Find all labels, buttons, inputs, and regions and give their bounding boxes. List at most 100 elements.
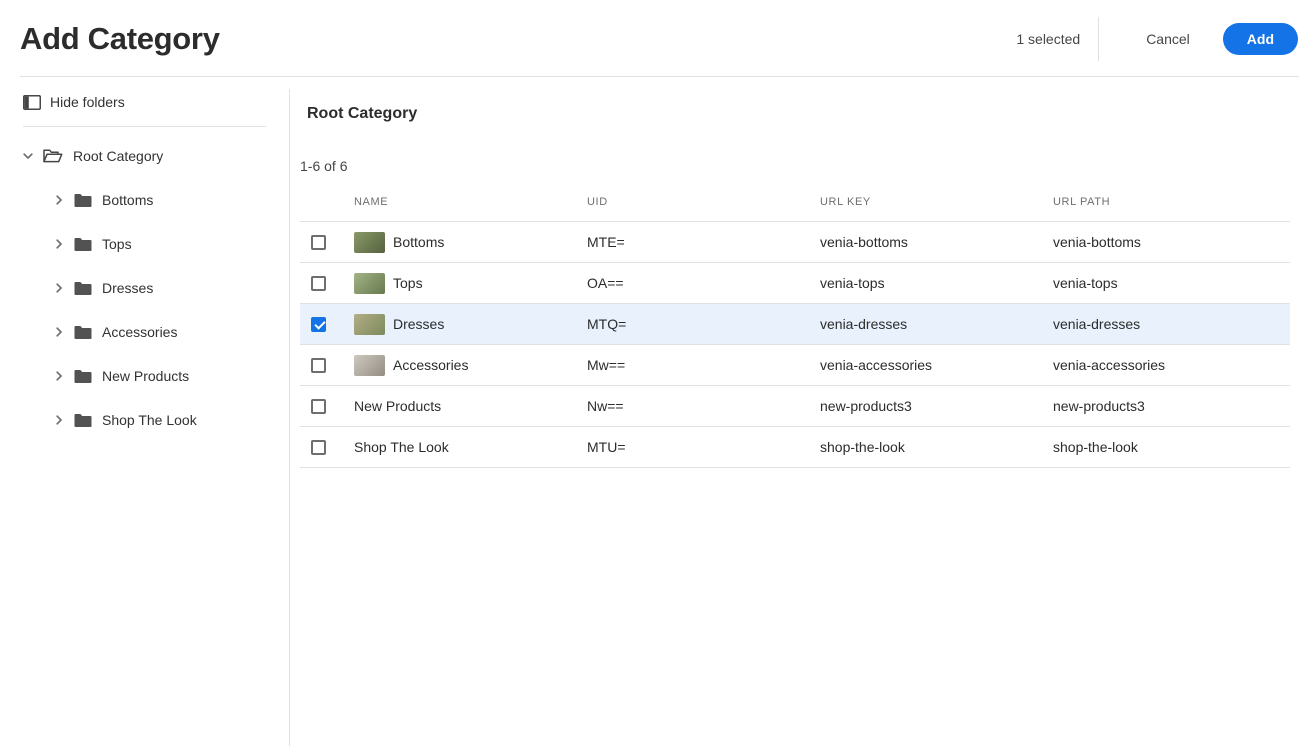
category-thumbnail [354, 355, 385, 376]
category-url-path: venia-bottoms [1053, 234, 1290, 250]
table-row[interactable]: New Products Nw== new-products3 new-prod… [300, 386, 1290, 427]
tree-item-bottoms[interactable]: Bottoms [54, 178, 289, 222]
category-url-key: venia-tops [820, 275, 1053, 291]
row-checkbox[interactable] [311, 399, 326, 414]
name-cell: Shop The Look [354, 439, 587, 455]
category-url-path: venia-dresses [1053, 316, 1290, 332]
chevron-right-icon[interactable] [54, 283, 64, 293]
checkbox-cell [300, 276, 354, 291]
table-row[interactable]: Shop The Look MTU= shop-the-look shop-th… [300, 427, 1290, 468]
category-uid: MTE= [587, 234, 820, 250]
category-thumbnail [354, 232, 385, 253]
table-row[interactable]: Bottoms MTE= venia-bottoms venia-bottoms [300, 222, 1290, 263]
category-url-path: venia-tops [1053, 275, 1290, 291]
category-url-key: new-products3 [820, 398, 1053, 414]
content-heading: Root Category [307, 105, 1290, 123]
tree-item-shop-the-look[interactable]: Shop The Look [54, 398, 289, 442]
category-url-path: shop-the-look [1053, 439, 1290, 455]
open-folder-icon [43, 148, 63, 164]
tree-item-label: Shop The Look [102, 412, 197, 428]
folder-tree: Root Category Bottoms Tops [23, 134, 289, 442]
folder-icon [74, 237, 92, 252]
category-url-path: new-products3 [1053, 398, 1290, 414]
folder-sidebar: Hide folders Root Category [0, 77, 289, 746]
category-url-key: venia-dresses [820, 316, 1053, 332]
header-divider [1098, 17, 1099, 61]
tree-item-label: Tops [102, 236, 132, 252]
column-header-checkbox [300, 196, 354, 208]
chevron-right-icon[interactable] [54, 239, 64, 249]
chevron-right-icon[interactable] [54, 327, 64, 337]
checkbox-cell [300, 440, 354, 455]
table-row[interactable]: Tops OA== venia-tops venia-tops [300, 263, 1290, 304]
name-cell: New Products [354, 398, 587, 414]
row-checkbox[interactable] [311, 235, 326, 250]
category-url-key: venia-accessories [820, 357, 1053, 373]
tree-item-label: Root Category [73, 148, 163, 164]
tree-item-label: Accessories [102, 324, 177, 340]
category-uid: Nw== [587, 398, 820, 414]
hide-folders-button[interactable]: Hide folders [23, 94, 125, 110]
chevron-right-icon[interactable] [54, 195, 64, 205]
header-actions: 1 selected Cancel Add [1016, 17, 1298, 61]
category-name: Accessories [393, 357, 468, 373]
name-cell: Tops [354, 273, 587, 294]
category-name: Tops [393, 275, 423, 291]
dialog-header: Add Category 1 selected Cancel Add [0, 0, 1309, 77]
result-range: 1-6 of 6 [300, 158, 1290, 174]
category-url-key: venia-bottoms [820, 234, 1053, 250]
folder-icon [74, 413, 92, 428]
category-name: Shop The Look [354, 439, 449, 455]
tree-item-tops[interactable]: Tops [54, 222, 289, 266]
tree-item-root-category[interactable]: Root Category [23, 134, 289, 178]
tree-item-new-products[interactable]: New Products [54, 354, 289, 398]
category-uid: Mw== [587, 357, 820, 373]
sidebar-panel-icon [23, 95, 41, 110]
category-table-body: Bottoms MTE= venia-bottoms venia-bottoms… [300, 221, 1290, 468]
folder-icon [74, 193, 92, 208]
category-uid: MTQ= [587, 316, 820, 332]
category-table: Name UID URL Key URL Path Bottoms MTE= v… [300, 196, 1290, 468]
dialog-body: Hide folders Root Category [0, 77, 1309, 746]
tree-item-label: Bottoms [102, 192, 153, 208]
row-checkbox[interactable] [311, 440, 326, 455]
tree-item-dresses[interactable]: Dresses [54, 266, 289, 310]
name-cell: Accessories [354, 355, 587, 376]
name-cell: Bottoms [354, 232, 587, 253]
column-header-url-path: URL Path [1053, 196, 1290, 208]
category-uid: OA== [587, 275, 820, 291]
chevron-right-icon[interactable] [54, 371, 64, 381]
table-header-row: Name UID URL Key URL Path [300, 196, 1290, 221]
table-row[interactable]: Accessories Mw== venia-accessories venia… [300, 345, 1290, 386]
folder-icon [74, 369, 92, 384]
sidebar-divider [23, 126, 266, 127]
tree-item-label: Dresses [102, 280, 153, 296]
add-button[interactable]: Add [1223, 23, 1298, 55]
checkbox-cell [300, 399, 354, 414]
tree-item-label: New Products [102, 368, 189, 384]
tree-item-accessories[interactable]: Accessories [54, 310, 289, 354]
checkbox-cell [300, 235, 354, 250]
row-checkbox[interactable] [311, 358, 326, 373]
folder-icon [74, 325, 92, 340]
column-header-url-key: URL Key [820, 196, 1053, 208]
cancel-button[interactable]: Cancel [1146, 31, 1190, 47]
page-title: Add Category [20, 21, 220, 57]
checkbox-cell [300, 358, 354, 373]
category-thumbnail [354, 273, 385, 294]
chevron-right-icon[interactable] [54, 415, 64, 425]
checkbox-cell [300, 317, 354, 332]
selected-count: 1 selected [1016, 31, 1080, 47]
chevron-down-icon[interactable] [23, 151, 33, 161]
name-cell: Dresses [354, 314, 587, 335]
row-checkbox[interactable] [311, 317, 326, 332]
row-checkbox[interactable] [311, 276, 326, 291]
column-header-uid: UID [587, 196, 820, 208]
category-thumbnail [354, 314, 385, 335]
column-header-name: Name [354, 196, 587, 208]
folder-icon [74, 281, 92, 296]
category-url-key: shop-the-look [820, 439, 1053, 455]
category-name: Bottoms [393, 234, 444, 250]
hide-folders-label: Hide folders [50, 94, 125, 110]
table-row[interactable]: Dresses MTQ= venia-dresses venia-dresses [300, 304, 1290, 345]
